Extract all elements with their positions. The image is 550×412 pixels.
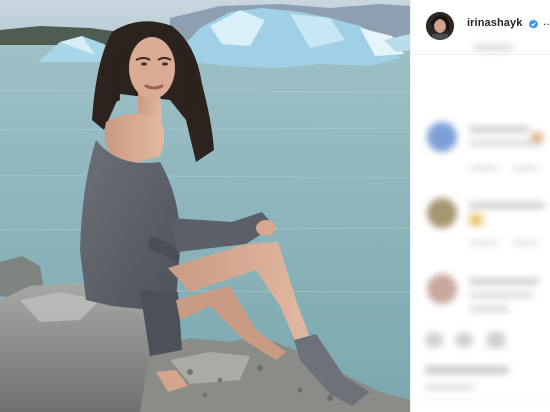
blurred-avatar: [427, 198, 457, 228]
ellipsis-icon[interactable]: ..: [543, 14, 550, 28]
blurred-comments: [411, 36, 550, 412]
photo-scene: [0, 0, 410, 412]
post-photo[interactable]: [0, 0, 410, 412]
post-sidebar: irinashayk ..: [410, 0, 550, 412]
blurred-avatar: [427, 122, 457, 152]
username-link[interactable]: irinashayk: [467, 17, 522, 29]
blurred-avatar: [427, 274, 457, 304]
verified-badge-icon: [528, 17, 539, 29]
